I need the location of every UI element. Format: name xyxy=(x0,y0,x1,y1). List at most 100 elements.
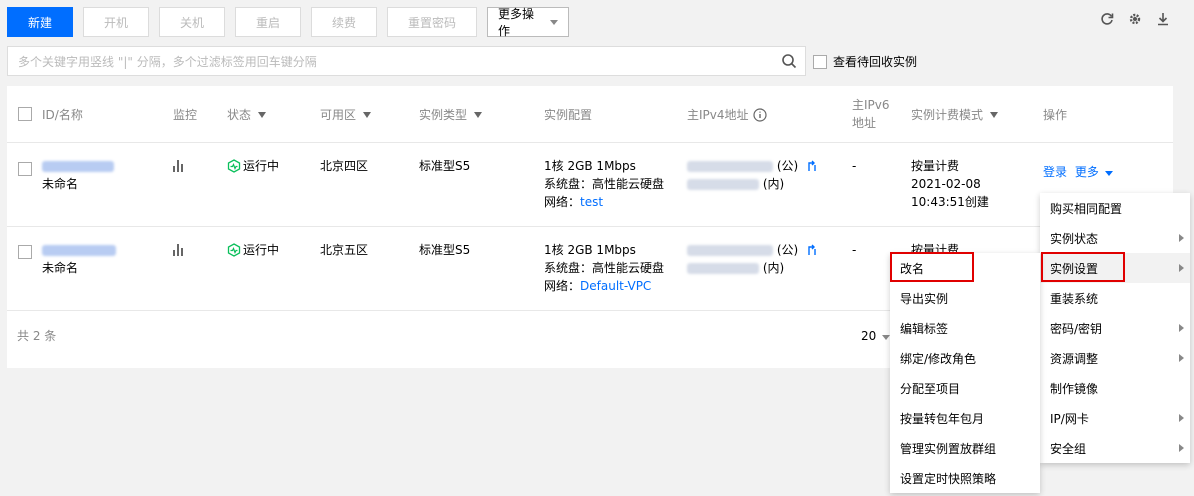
renew-button[interactable]: 续费 xyxy=(311,7,377,37)
filter-icon[interactable] xyxy=(474,111,483,118)
toolbar-right xyxy=(1100,12,1170,26)
status-text: 运行中 xyxy=(243,159,280,173)
bar-chart-icon[interactable] xyxy=(173,244,183,256)
filter-icon[interactable] xyxy=(990,111,999,118)
menu-item-placement-group[interactable]: 管理实例置放群组 xyxy=(890,433,1040,463)
chevron-down-icon xyxy=(550,19,558,25)
created-time: 10:43:51创建 xyxy=(911,195,989,209)
row-checkbox[interactable] xyxy=(18,162,32,176)
status-cell: 运行中 xyxy=(227,157,279,175)
reset-password-button[interactable]: 重置密码 xyxy=(387,7,477,37)
menu-item-snapshot-policy[interactable]: 设置定时快照策略 xyxy=(890,463,1040,493)
public-suffix: (公) xyxy=(776,159,799,173)
search-placeholder: 多个关键字用竖线 "|" 分隔，多个过滤标签用回车键分隔 xyxy=(18,54,317,69)
monitor-cell[interactable] xyxy=(173,159,183,177)
status-text: 运行中 xyxy=(243,243,280,257)
menu-item-edit-tags[interactable]: 编辑标签 xyxy=(890,313,1040,343)
config-disk: 系统盘：高性能云硬盘 xyxy=(544,177,665,191)
header-status[interactable]: 状态 xyxy=(227,106,267,123)
chevron-right-icon xyxy=(1179,324,1184,332)
header-config: 实例配置 xyxy=(544,108,593,122)
menu-item-export[interactable]: 导出实例 xyxy=(890,283,1040,313)
header-id-name: ID/名称 xyxy=(42,108,83,122)
divider xyxy=(7,142,1173,143)
select-all-checkbox[interactable] xyxy=(18,107,32,121)
refresh-icon[interactable] xyxy=(1100,12,1114,26)
ipv4-cell: (公) (内) xyxy=(687,241,818,277)
status-cell: 运行中 xyxy=(227,241,279,259)
menu-item-resource-adjust[interactable]: 资源调整 xyxy=(1040,343,1190,373)
header-ipv6: 主IPv6 地址 xyxy=(852,98,890,130)
menu-item-reinstall[interactable]: 重装系统 xyxy=(1040,283,1190,313)
network-link[interactable]: Default-VPC xyxy=(580,279,651,293)
menu-item-security-group[interactable]: 安全组 xyxy=(1040,433,1190,463)
header-zone[interactable]: 可用区 xyxy=(320,106,372,123)
info-icon[interactable] xyxy=(752,107,767,122)
network-label: 网络： xyxy=(544,195,581,209)
page-size-value: 20 xyxy=(861,329,877,343)
menu-item-bind-role[interactable]: 绑定/修改角色 xyxy=(890,343,1040,373)
start-button[interactable]: 开机 xyxy=(83,7,149,37)
recycle-checkbox[interactable] xyxy=(813,54,827,69)
config-spec: 1核 2GB 1Mbps xyxy=(544,159,636,173)
chevron-right-icon xyxy=(1179,264,1184,272)
more-link[interactable]: 更多 xyxy=(1075,165,1113,179)
header-actions: 操作 xyxy=(1043,108,1068,122)
instance-settings-submenu: 改名 导出实例 编辑标签 绑定/修改角色 分配至项目 按量转包年包月 管理实例置… xyxy=(890,253,1040,493)
type-cell: 标准型S5 xyxy=(419,243,471,257)
instance-id-cell: 未命名 xyxy=(42,157,114,193)
new-button[interactable]: 新建 xyxy=(7,7,73,37)
more-actions-dropdown[interactable]: 更多操作 xyxy=(487,7,569,38)
bar-chart-icon[interactable] xyxy=(173,160,183,172)
ipv6-cell: - xyxy=(852,243,857,257)
menu-item-ip-nic[interactable]: IP/网卡 xyxy=(1040,403,1190,433)
chevron-down-icon xyxy=(1104,171,1113,176)
header-billing[interactable]: 实例计费模式 xyxy=(911,106,999,123)
download-icon[interactable] xyxy=(1156,12,1170,26)
bind-eip-icon[interactable] xyxy=(806,160,818,172)
ipv6-cell: - xyxy=(852,159,857,173)
recycle-filter[interactable]: 查看待回收实例 xyxy=(813,53,917,70)
filter-icon[interactable] xyxy=(258,111,267,118)
config-cell: 1核 2GB 1Mbps 系统盘：高性能云硬盘 网络：Default-VPC xyxy=(544,241,664,295)
menu-item-password-key[interactable]: 密码/密钥 xyxy=(1040,313,1190,343)
gear-icon[interactable] xyxy=(1128,12,1142,26)
config-cell: 1核 2GB 1Mbps 系统盘：高性能云硬盘 网络：test xyxy=(544,157,664,211)
menu-item-create-image[interactable]: 制作镜像 xyxy=(1040,373,1190,403)
row-checkbox[interactable] xyxy=(18,245,32,259)
instance-name: 未命名 xyxy=(42,177,79,191)
menu-item-convert-billing[interactable]: 按量转包年包月 xyxy=(890,403,1040,433)
zone-cell: 北京五区 xyxy=(320,243,369,257)
total-count: 共 2 条 xyxy=(17,329,57,343)
menu-item-buy-same[interactable]: 购买相同配置 xyxy=(1040,193,1190,223)
running-icon xyxy=(227,243,241,257)
login-link[interactable]: 登录 xyxy=(1043,165,1067,179)
more-actions-menu: 购买相同配置 实例状态 实例设置 重装系统 密码/密钥 资源调整 制作镜像 IP… xyxy=(1040,193,1190,463)
stop-button[interactable]: 关机 xyxy=(159,7,225,37)
header-type[interactable]: 实例类型 xyxy=(419,106,483,123)
instance-id-link[interactable] xyxy=(42,245,116,256)
monitor-cell[interactable] xyxy=(173,243,183,261)
recycle-label: 查看待回收实例 xyxy=(833,55,918,69)
page-size-select[interactable]: 20 xyxy=(861,327,891,345)
header-ipv4: 主IPv4地址 xyxy=(687,106,767,123)
public-ip xyxy=(687,161,773,172)
restart-button[interactable]: 重启 xyxy=(235,7,301,37)
search-input[interactable]: 多个关键字用竖线 "|" 分隔，多个过滤标签用回车键分隔 xyxy=(7,46,806,76)
public-ip xyxy=(687,245,773,256)
search-icon[interactable] xyxy=(781,53,797,69)
menu-item-assign-project[interactable]: 分配至项目 xyxy=(890,373,1040,403)
toolbar: 新建 开机 关机 重启 续费 重置密码 更多操作 xyxy=(7,7,569,38)
public-suffix: (公) xyxy=(776,243,799,257)
config-disk: 系统盘：高性能云硬盘 xyxy=(544,261,665,275)
bind-eip-icon[interactable] xyxy=(806,244,818,256)
chevron-right-icon xyxy=(1179,444,1184,452)
instance-id-link[interactable] xyxy=(42,161,114,172)
instance-id-cell: 未命名 xyxy=(42,241,116,277)
menu-item-instance-status[interactable]: 实例状态 xyxy=(1040,223,1190,253)
billing-cell: 按量计费 2021-02-08 10:43:51创建 xyxy=(911,157,989,211)
header-monitor: 监控 xyxy=(173,108,198,122)
created-date: 2021-02-08 xyxy=(911,177,981,191)
filter-icon[interactable] xyxy=(363,111,372,118)
network-link[interactable]: test xyxy=(580,195,603,209)
